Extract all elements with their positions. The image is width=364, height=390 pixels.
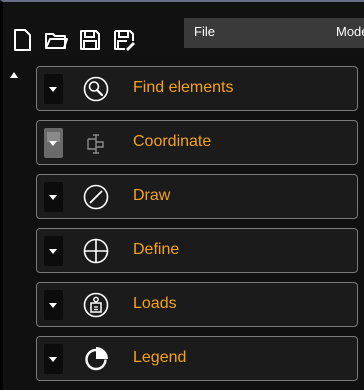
coordinate-icon — [83, 130, 109, 156]
chevron-down-icon — [49, 141, 57, 146]
loads-icon — [83, 292, 109, 318]
app-window: File Mode Find elements Coordinate — [0, 0, 364, 390]
define-icon — [83, 238, 109, 264]
new-file-icon[interactable] — [10, 28, 34, 52]
panel-define[interactable]: Define — [36, 228, 358, 273]
collapse-button[interactable] — [44, 236, 63, 266]
panel-label: Legend — [133, 349, 187, 366]
panel-legend[interactable]: Legend — [36, 336, 358, 381]
panel-coordinate[interactable]: Coordinate — [36, 120, 358, 165]
panel-find-elements[interactable]: Find elements — [36, 66, 358, 111]
panel-label: Find elements — [133, 79, 234, 96]
scroll-up-arrow[interactable] — [10, 72, 18, 78]
panel-label: Coordinate — [133, 133, 212, 150]
collapse-button[interactable] — [44, 344, 63, 374]
toolbar: File Mode — [6, 4, 364, 56]
menu-file[interactable]: File — [194, 24, 215, 39]
open-folder-icon[interactable] — [44, 28, 68, 52]
menu-mode[interactable]: Mode — [336, 24, 364, 39]
panel-draw[interactable]: Draw — [36, 174, 358, 219]
collapse-button — [44, 128, 63, 158]
collapse-button[interactable] — [44, 74, 63, 104]
save-as-icon[interactable] — [112, 28, 136, 52]
search-icon — [83, 76, 109, 102]
panel-loads[interactable]: Loads — [36, 282, 358, 327]
legend-icon — [83, 346, 109, 372]
panel-label: Draw — [133, 187, 171, 204]
collapse-button[interactable] — [44, 182, 63, 212]
chevron-down-icon — [49, 357, 57, 362]
collapse-button[interactable] — [44, 290, 63, 320]
panel-label: Loads — [133, 295, 177, 312]
chevron-down-icon — [49, 303, 57, 308]
menu-bar: File Mode — [184, 18, 364, 48]
chevron-down-icon — [49, 195, 57, 200]
save-icon[interactable] — [78, 28, 102, 52]
chevron-down-icon — [49, 87, 57, 92]
chevron-down-icon — [49, 249, 57, 254]
panel-label: Define — [133, 241, 180, 258]
draw-icon — [83, 184, 109, 210]
